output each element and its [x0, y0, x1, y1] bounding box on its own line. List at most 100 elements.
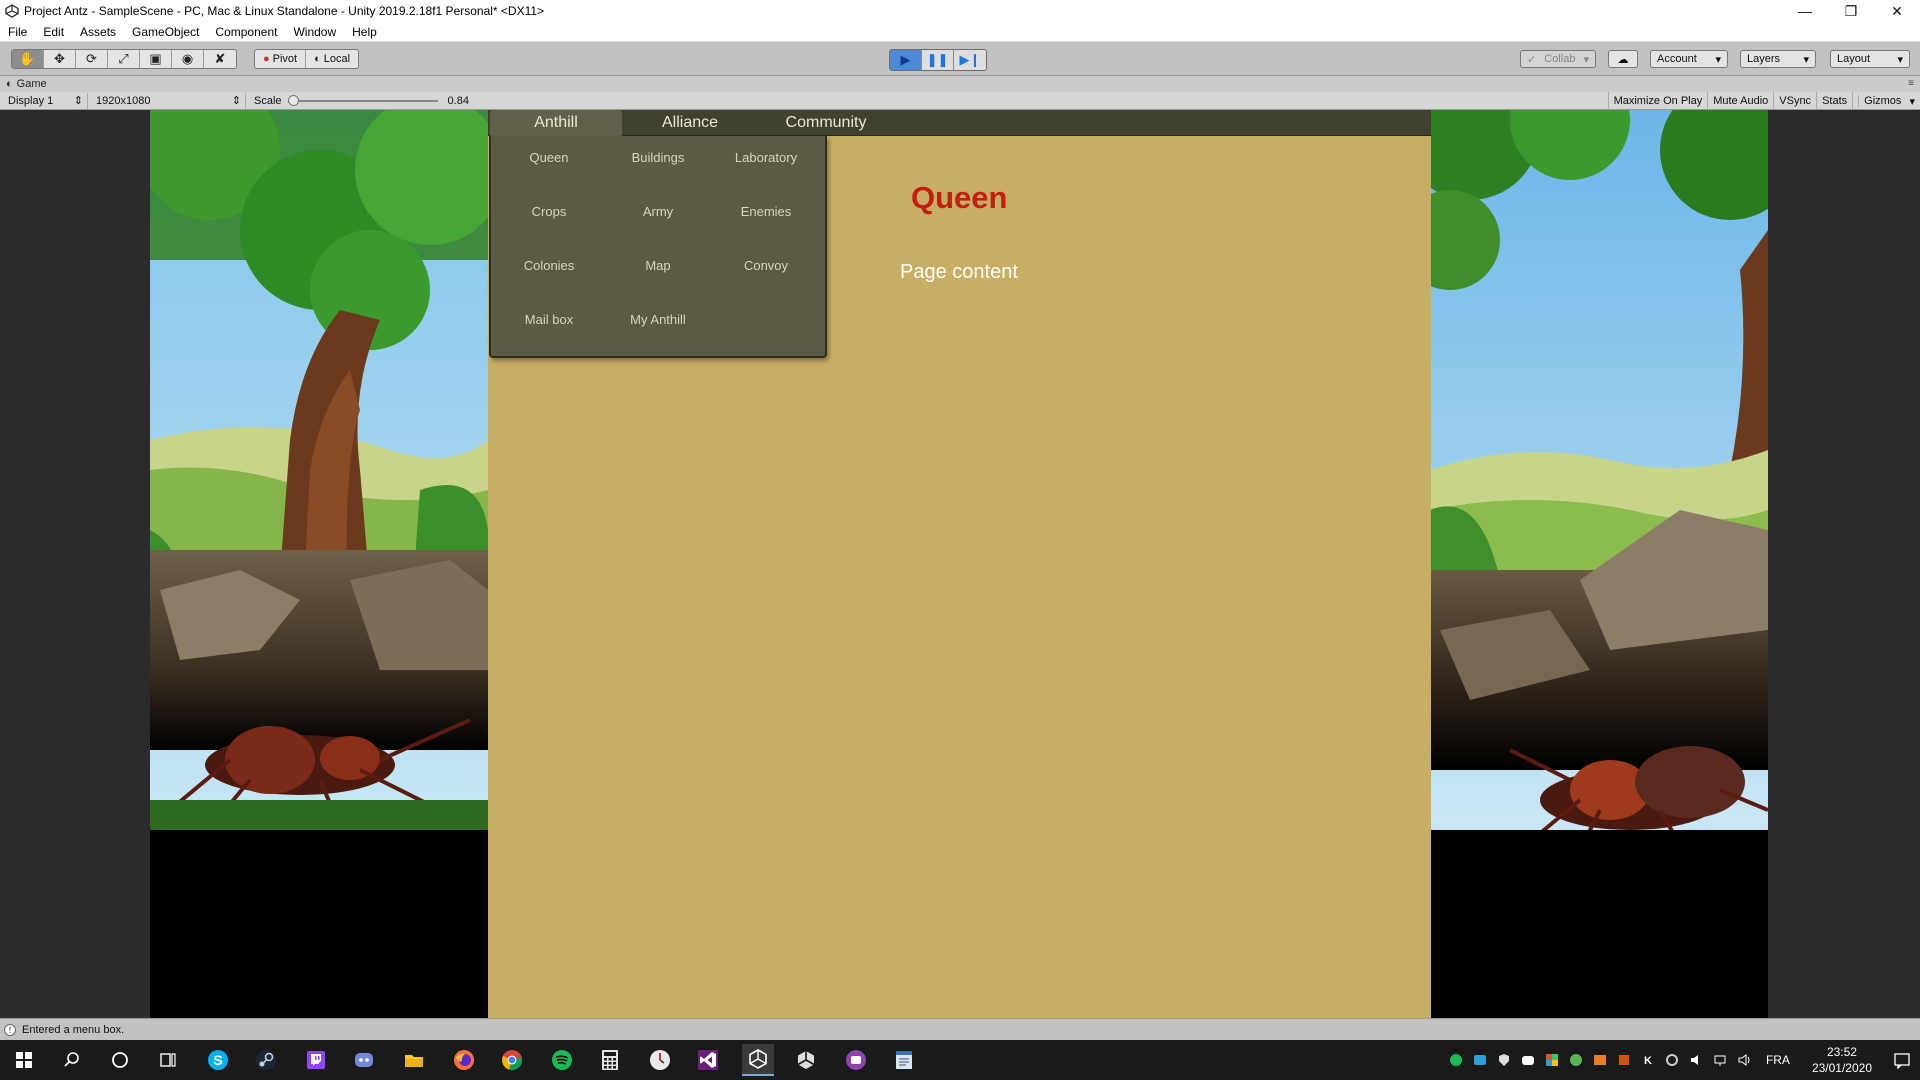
tab-alliance[interactable]: Alliance [622, 110, 758, 136]
hand-tool-button[interactable]: ✋ [12, 50, 44, 68]
maximize-on-play-toggle[interactable]: Maximize On Play [1607, 92, 1708, 110]
k-tray-icon[interactable]: K [1638, 1050, 1658, 1070]
main-tabs-bar: Anthill Alliance Community [488, 110, 1431, 136]
right-background-art [1430, 110, 1768, 1018]
submenu-laboratory[interactable]: Laboratory [712, 142, 820, 172]
chrome-icon[interactable] [496, 1044, 528, 1076]
rect-tool-button[interactable]: ▣ [140, 50, 172, 68]
menu-assets[interactable]: Assets [72, 25, 124, 39]
spotify-icon[interactable] [546, 1044, 578, 1076]
submenu-queen[interactable]: Queen [495, 142, 603, 172]
search-icon[interactable] [56, 1044, 88, 1076]
stats-toggle[interactable]: Stats [1816, 92, 1852, 110]
tab-community[interactable]: Community [758, 110, 894, 136]
language-indicator[interactable]: FRA [1766, 1053, 1790, 1067]
unity-hub-icon[interactable] [790, 1044, 822, 1076]
discord-tray-icon[interactable] [1518, 1050, 1538, 1070]
vsync-toggle[interactable]: VSync [1773, 92, 1816, 110]
pause-button[interactable]: ❚❚ [922, 50, 954, 70]
game-tray-icon[interactable] [1566, 1050, 1586, 1070]
speaker-tray-icon[interactable] [1734, 1050, 1754, 1070]
minimize-button[interactable]: — [1782, 0, 1828, 22]
main-toolbar: ✋ ✥ ⟳ ⤢ ▣ ◉ ✘ ● Pivot ◐ Local ▶ ❚❚ ▶❙ ✓ Co… [0, 42, 1920, 76]
notification-center-icon[interactable] [1884, 1040, 1920, 1080]
window-title-bar: Project Antz - SampleScene - PC, Mac & L… [0, 0, 1920, 22]
pivot-button[interactable]: ● Pivot [255, 50, 307, 68]
local-button[interactable]: ◐ Local [306, 50, 358, 68]
scale-slider[interactable] [287, 94, 438, 106]
clock-time: 23:52 [1826, 1045, 1857, 1059]
scale-slider-knob[interactable] [287, 94, 299, 106]
skype-icon[interactable]: S [202, 1044, 234, 1076]
rotate-tool-button[interactable]: ⟳ [76, 50, 108, 68]
twitch-icon[interactable] [300, 1044, 332, 1076]
rect-icon: ▣ [149, 51, 162, 66]
shield-tray-icon[interactable] [1494, 1050, 1514, 1070]
submenu-army[interactable]: Army [604, 196, 712, 226]
flame-tray-icon[interactable] [1614, 1050, 1634, 1070]
move-icon: ✥ [54, 51, 65, 66]
network-tray-icon[interactable] [1710, 1050, 1730, 1070]
gear-tray-icon[interactable] [1662, 1050, 1682, 1070]
windows-start-icon[interactable] [8, 1044, 40, 1076]
steam-icon[interactable] [250, 1044, 282, 1076]
submenu-buildings[interactable]: Buildings [604, 142, 712, 172]
close-button[interactable]: ✕ [1874, 0, 1920, 22]
unity-icon[interactable] [742, 1044, 774, 1076]
status-message[interactable]: Entered a menu box. [22, 1024, 124, 1036]
account-dropdown[interactable]: Account ▾ [1650, 50, 1728, 68]
menu-component[interactable]: Component [207, 25, 285, 39]
game-tab[interactable]: ◐ Game [6, 78, 47, 90]
menu-edit[interactable]: Edit [35, 25, 72, 39]
gizmos-dropdown[interactable]: Gizmos ▾ [1852, 92, 1920, 110]
move-tool-button[interactable]: ✥ [44, 50, 76, 68]
purple-app-icon[interactable] [840, 1044, 872, 1076]
collab-dropdown[interactable]: ✓ Collab ▾ [1520, 50, 1596, 68]
submenu-colonies[interactable]: Colonies [495, 250, 603, 280]
restore-button[interactable]: ❐ [1828, 0, 1874, 22]
submenu-enemies[interactable]: Enemies [712, 196, 820, 226]
step-button[interactable]: ▶❙ [954, 50, 986, 70]
submenu-mail-box[interactable]: Mail box [495, 304, 603, 334]
clock[interactable]: 23:52 23/01/2020 [1812, 1044, 1872, 1076]
spotify-tray-icon[interactable] [1446, 1050, 1466, 1070]
submenu-convoy[interactable]: Convoy [712, 250, 820, 280]
cortana-icon[interactable] [104, 1044, 136, 1076]
calculator-icon[interactable] [594, 1044, 626, 1076]
window-title: Project Antz - SampleScene - PC, Mac & L… [24, 4, 545, 18]
discord-icon[interactable] [348, 1044, 380, 1076]
firefox-icon[interactable] [448, 1044, 480, 1076]
task-view-icon[interactable] [152, 1044, 184, 1076]
transform-tool-button[interactable]: ◉ [172, 50, 204, 68]
color-tray-icon[interactable] [1542, 1050, 1562, 1070]
scale-tool-button[interactable]: ⤢ [108, 50, 140, 68]
mute-audio-toggle[interactable]: Mute Audio [1707, 92, 1773, 110]
submenu-crops[interactable]: Crops [495, 196, 603, 226]
volume-tray-icon[interactable] [1686, 1050, 1706, 1070]
info-icon: ! [4, 1023, 16, 1036]
menu-file[interactable]: File [0, 25, 35, 39]
menu-gameobject[interactable]: GameObject [124, 25, 207, 39]
submenu-my-anthill[interactable]: My Anthill [604, 304, 712, 334]
play-button[interactable]: ▶ [890, 50, 922, 70]
panel-menu-icon[interactable]: ≡ [1908, 78, 1914, 89]
menu-help[interactable]: Help [344, 25, 385, 39]
layers-dropdown[interactable]: Layers ▾ [1740, 50, 1816, 68]
custom-tool-button[interactable]: ✘ [204, 50, 236, 68]
resolution-dropdown[interactable]: 1920x1080 ⇕ [88, 92, 246, 109]
game-view[interactable]: Anthill Alliance Community Queen Buildin… [0, 110, 1920, 1018]
notepad-app-icon[interactable] [888, 1044, 920, 1076]
layout-dropdown[interactable]: Layout ▾ [1830, 50, 1910, 68]
cloud-button[interactable]: ☁ [1608, 50, 1638, 68]
orange-tray-icon[interactable] [1590, 1050, 1610, 1070]
menu-window[interactable]: Window [285, 25, 344, 39]
rotate-icon: ⟳ [86, 51, 97, 66]
file-explorer-icon[interactable] [398, 1044, 430, 1076]
clock-app-icon[interactable] [644, 1044, 676, 1076]
submenu-map[interactable]: Map [604, 250, 712, 280]
playback-controls: ▶ ❚❚ ▶❙ [889, 49, 987, 71]
tab-anthill[interactable]: Anthill [490, 110, 622, 136]
display-dropdown[interactable]: Display 1 ⇕ [4, 92, 88, 109]
visual-studio-icon[interactable] [692, 1044, 724, 1076]
onedrive-tray-icon[interactable] [1470, 1050, 1490, 1070]
